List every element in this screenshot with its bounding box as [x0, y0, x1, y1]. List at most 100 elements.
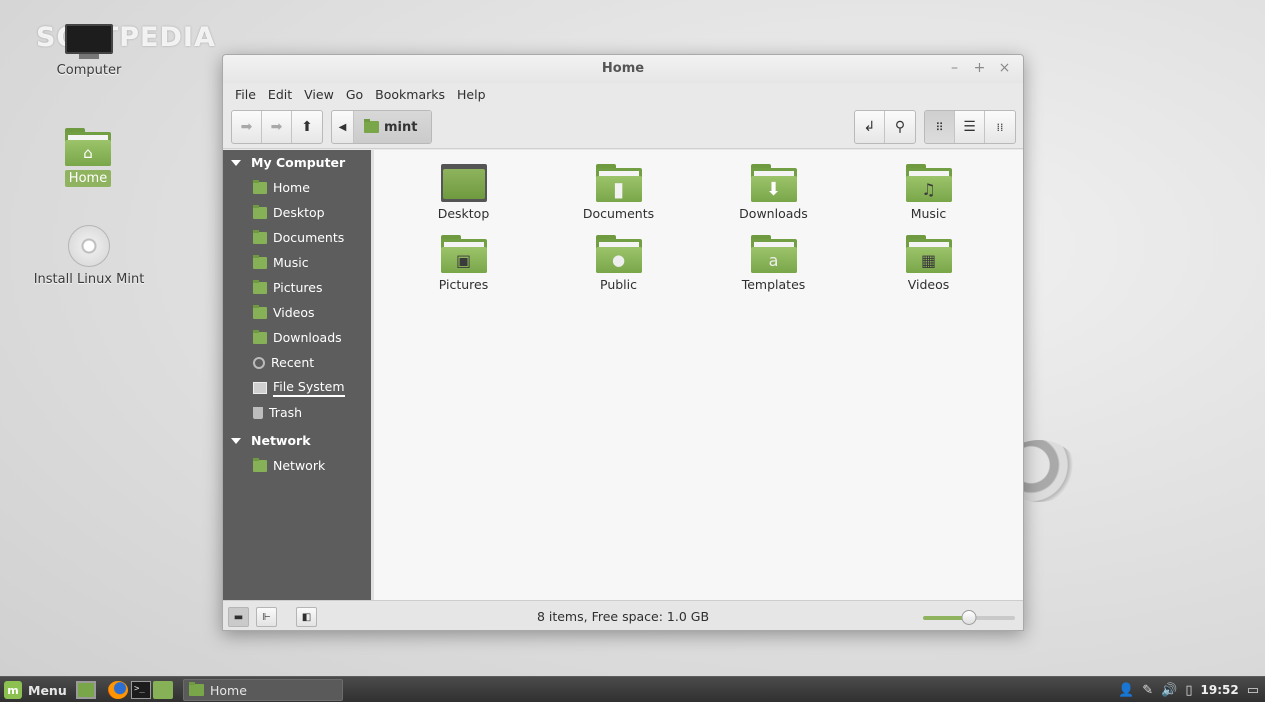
- sidebar-item-label: Downloads: [273, 330, 342, 345]
- window-title: Home: [601, 61, 645, 76]
- file-view[interactable]: Desktop ▮ Documents ⬇ Downloads ♫ Music …: [371, 150, 1023, 600]
- file-name: Templates: [741, 277, 806, 292]
- home-folder-icon: ⌂: [65, 128, 111, 166]
- search-button[interactable]: ⚲: [885, 111, 915, 143]
- triangle-left-icon: ◀: [338, 121, 347, 133]
- breadcrumb-mint[interactable]: mint: [354, 111, 432, 143]
- file-item-public[interactable]: ● Public: [541, 235, 696, 292]
- file-item-videos[interactable]: ▦ Videos: [851, 235, 1006, 292]
- back-button[interactable]: ➡︎: [232, 111, 262, 143]
- display-icon[interactable]: ▭: [1247, 683, 1259, 698]
- sidebar-item-music[interactable]: Music: [223, 250, 371, 275]
- sidebar-item-file-system[interactable]: File System: [223, 375, 371, 400]
- minimize-button[interactable]: –: [946, 60, 963, 76]
- file-item-downloads[interactable]: ⬇ Downloads: [696, 164, 851, 221]
- pictures-folder-icon: ▣: [440, 235, 487, 273]
- forward-button[interactable]: ➡: [262, 111, 292, 143]
- menu-help[interactable]: Help: [451, 85, 492, 104]
- volume-icon[interactable]: 🔊: [1161, 683, 1177, 698]
- network-icon[interactable]: ✎: [1142, 683, 1153, 698]
- folder-icon: [189, 682, 204, 696]
- desktop-icon-install[interactable]: Install Linux Mint: [24, 225, 154, 288]
- location-search-buttons: ↲ ⚲: [854, 110, 916, 144]
- file-item-pictures[interactable]: ▣ Pictures: [386, 235, 541, 292]
- file-item-desktop[interactable]: Desktop: [386, 164, 541, 221]
- icon-view-button[interactable]: ⠿: [925, 111, 955, 143]
- close-button[interactable]: ×: [996, 60, 1013, 76]
- sidebar-item-trash[interactable]: Trash: [223, 400, 371, 425]
- folder-icon: [253, 229, 267, 244]
- sidebar-item-desktop[interactable]: Desktop: [223, 200, 371, 225]
- toggle-location-button[interactable]: ↲: [855, 111, 885, 143]
- battery-icon[interactable]: ▯: [1185, 683, 1192, 698]
- sidebar-item-pictures[interactable]: Pictures: [223, 275, 371, 300]
- grid-icon: ⠿: [935, 120, 944, 134]
- taskbar: m Menu >_ Home 👤 ✎ 🔊 ▯ 19:52 ▭: [0, 676, 1265, 702]
- section-title: My Computer: [251, 155, 346, 170]
- list-view-button[interactable]: ☰: [955, 111, 985, 143]
- menu-view[interactable]: View: [298, 85, 340, 104]
- title-bar[interactable]: Home – + ×: [223, 55, 1023, 83]
- arrow-left-icon: ➡︎: [240, 119, 253, 135]
- home-folder-icon: [253, 179, 267, 194]
- zoom-slider[interactable]: [923, 610, 1015, 625]
- drive-icon: [253, 381, 267, 394]
- disc-icon: [68, 225, 110, 267]
- arrow-up-icon: ⬆: [301, 119, 313, 135]
- file-name: Music: [910, 206, 947, 221]
- breadcrumb-toggle-button[interactable]: ◀: [332, 111, 354, 143]
- sidebar-item-label: Network: [273, 458, 326, 473]
- file-item-templates[interactable]: a Templates: [696, 235, 851, 292]
- music-folder-icon: ♫: [905, 164, 952, 202]
- file-item-music[interactable]: ♫ Music: [851, 164, 1006, 221]
- sidebar-item-videos[interactable]: Videos: [223, 300, 371, 325]
- expander-icon: [231, 437, 241, 444]
- sidebar-item-recent[interactable]: Recent: [223, 350, 371, 375]
- clock[interactable]: 19:52: [1201, 683, 1239, 697]
- section-title: Network: [251, 433, 311, 448]
- public-folder-icon: ●: [595, 235, 642, 273]
- file-name: Desktop: [437, 206, 490, 221]
- sidebar-item-label: Pictures: [273, 280, 323, 295]
- sidebar-item-documents[interactable]: Documents: [223, 225, 371, 250]
- zoom-slider-handle[interactable]: [961, 610, 977, 625]
- network-folder-icon: [253, 457, 267, 472]
- sidebar-section-my-computer[interactable]: My Computer: [223, 150, 371, 175]
- file-name: Pictures: [438, 277, 489, 292]
- search-icon: ⚲: [894, 119, 906, 135]
- menu-file[interactable]: File: [229, 85, 262, 104]
- sidebar-item-home[interactable]: Home: [223, 175, 371, 200]
- menu-bookmarks[interactable]: Bookmarks: [369, 85, 451, 104]
- home-folder-icon: [364, 119, 379, 133]
- firefox-launcher[interactable]: [108, 681, 128, 699]
- sidebar-item-downloads[interactable]: Downloads: [223, 325, 371, 350]
- sidebar-section-network[interactable]: Network: [223, 428, 371, 453]
- toggle-location-icon: ↲: [863, 119, 876, 135]
- desktop-icon-label: Install Linux Mint: [33, 272, 145, 287]
- folder-icon: [253, 329, 267, 344]
- terminal-launcher[interactable]: >_: [131, 681, 151, 699]
- trash-icon: [253, 406, 263, 419]
- menu-edit[interactable]: Edit: [262, 85, 298, 104]
- folder-icon: [253, 254, 267, 269]
- up-button[interactable]: ⬆: [292, 111, 322, 143]
- sidebar-item-network[interactable]: Network: [223, 453, 371, 478]
- maximize-button[interactable]: +: [971, 60, 988, 76]
- menu-button[interactable]: m Menu: [4, 680, 67, 700]
- system-tray: 👤 ✎ 🔊 ▯ 19:52 ▭: [1118, 680, 1259, 700]
- sidebar-item-label: Trash: [269, 405, 303, 420]
- desktop-icon-home[interactable]: ⌂ Home: [23, 128, 153, 187]
- documents-folder-icon: ▮: [595, 164, 642, 202]
- files-launcher[interactable]: [153, 681, 173, 699]
- user-icon[interactable]: 👤: [1118, 683, 1134, 698]
- desktop-icon-computer[interactable]: Computer: [24, 24, 154, 79]
- desktop-folder-icon: [253, 204, 267, 219]
- taskbar-window-home[interactable]: Home: [183, 679, 343, 701]
- list-icon: ☰: [963, 119, 976, 135]
- menu-bar: File Edit View Go Bookmarks Help: [223, 83, 1023, 105]
- compact-view-button[interactable]: ⁞⁞: [985, 111, 1015, 143]
- file-item-documents[interactable]: ▮ Documents: [541, 164, 696, 221]
- menu-go[interactable]: Go: [340, 85, 369, 104]
- show-desktop-launcher[interactable]: [76, 681, 96, 699]
- clock-icon: [253, 356, 265, 369]
